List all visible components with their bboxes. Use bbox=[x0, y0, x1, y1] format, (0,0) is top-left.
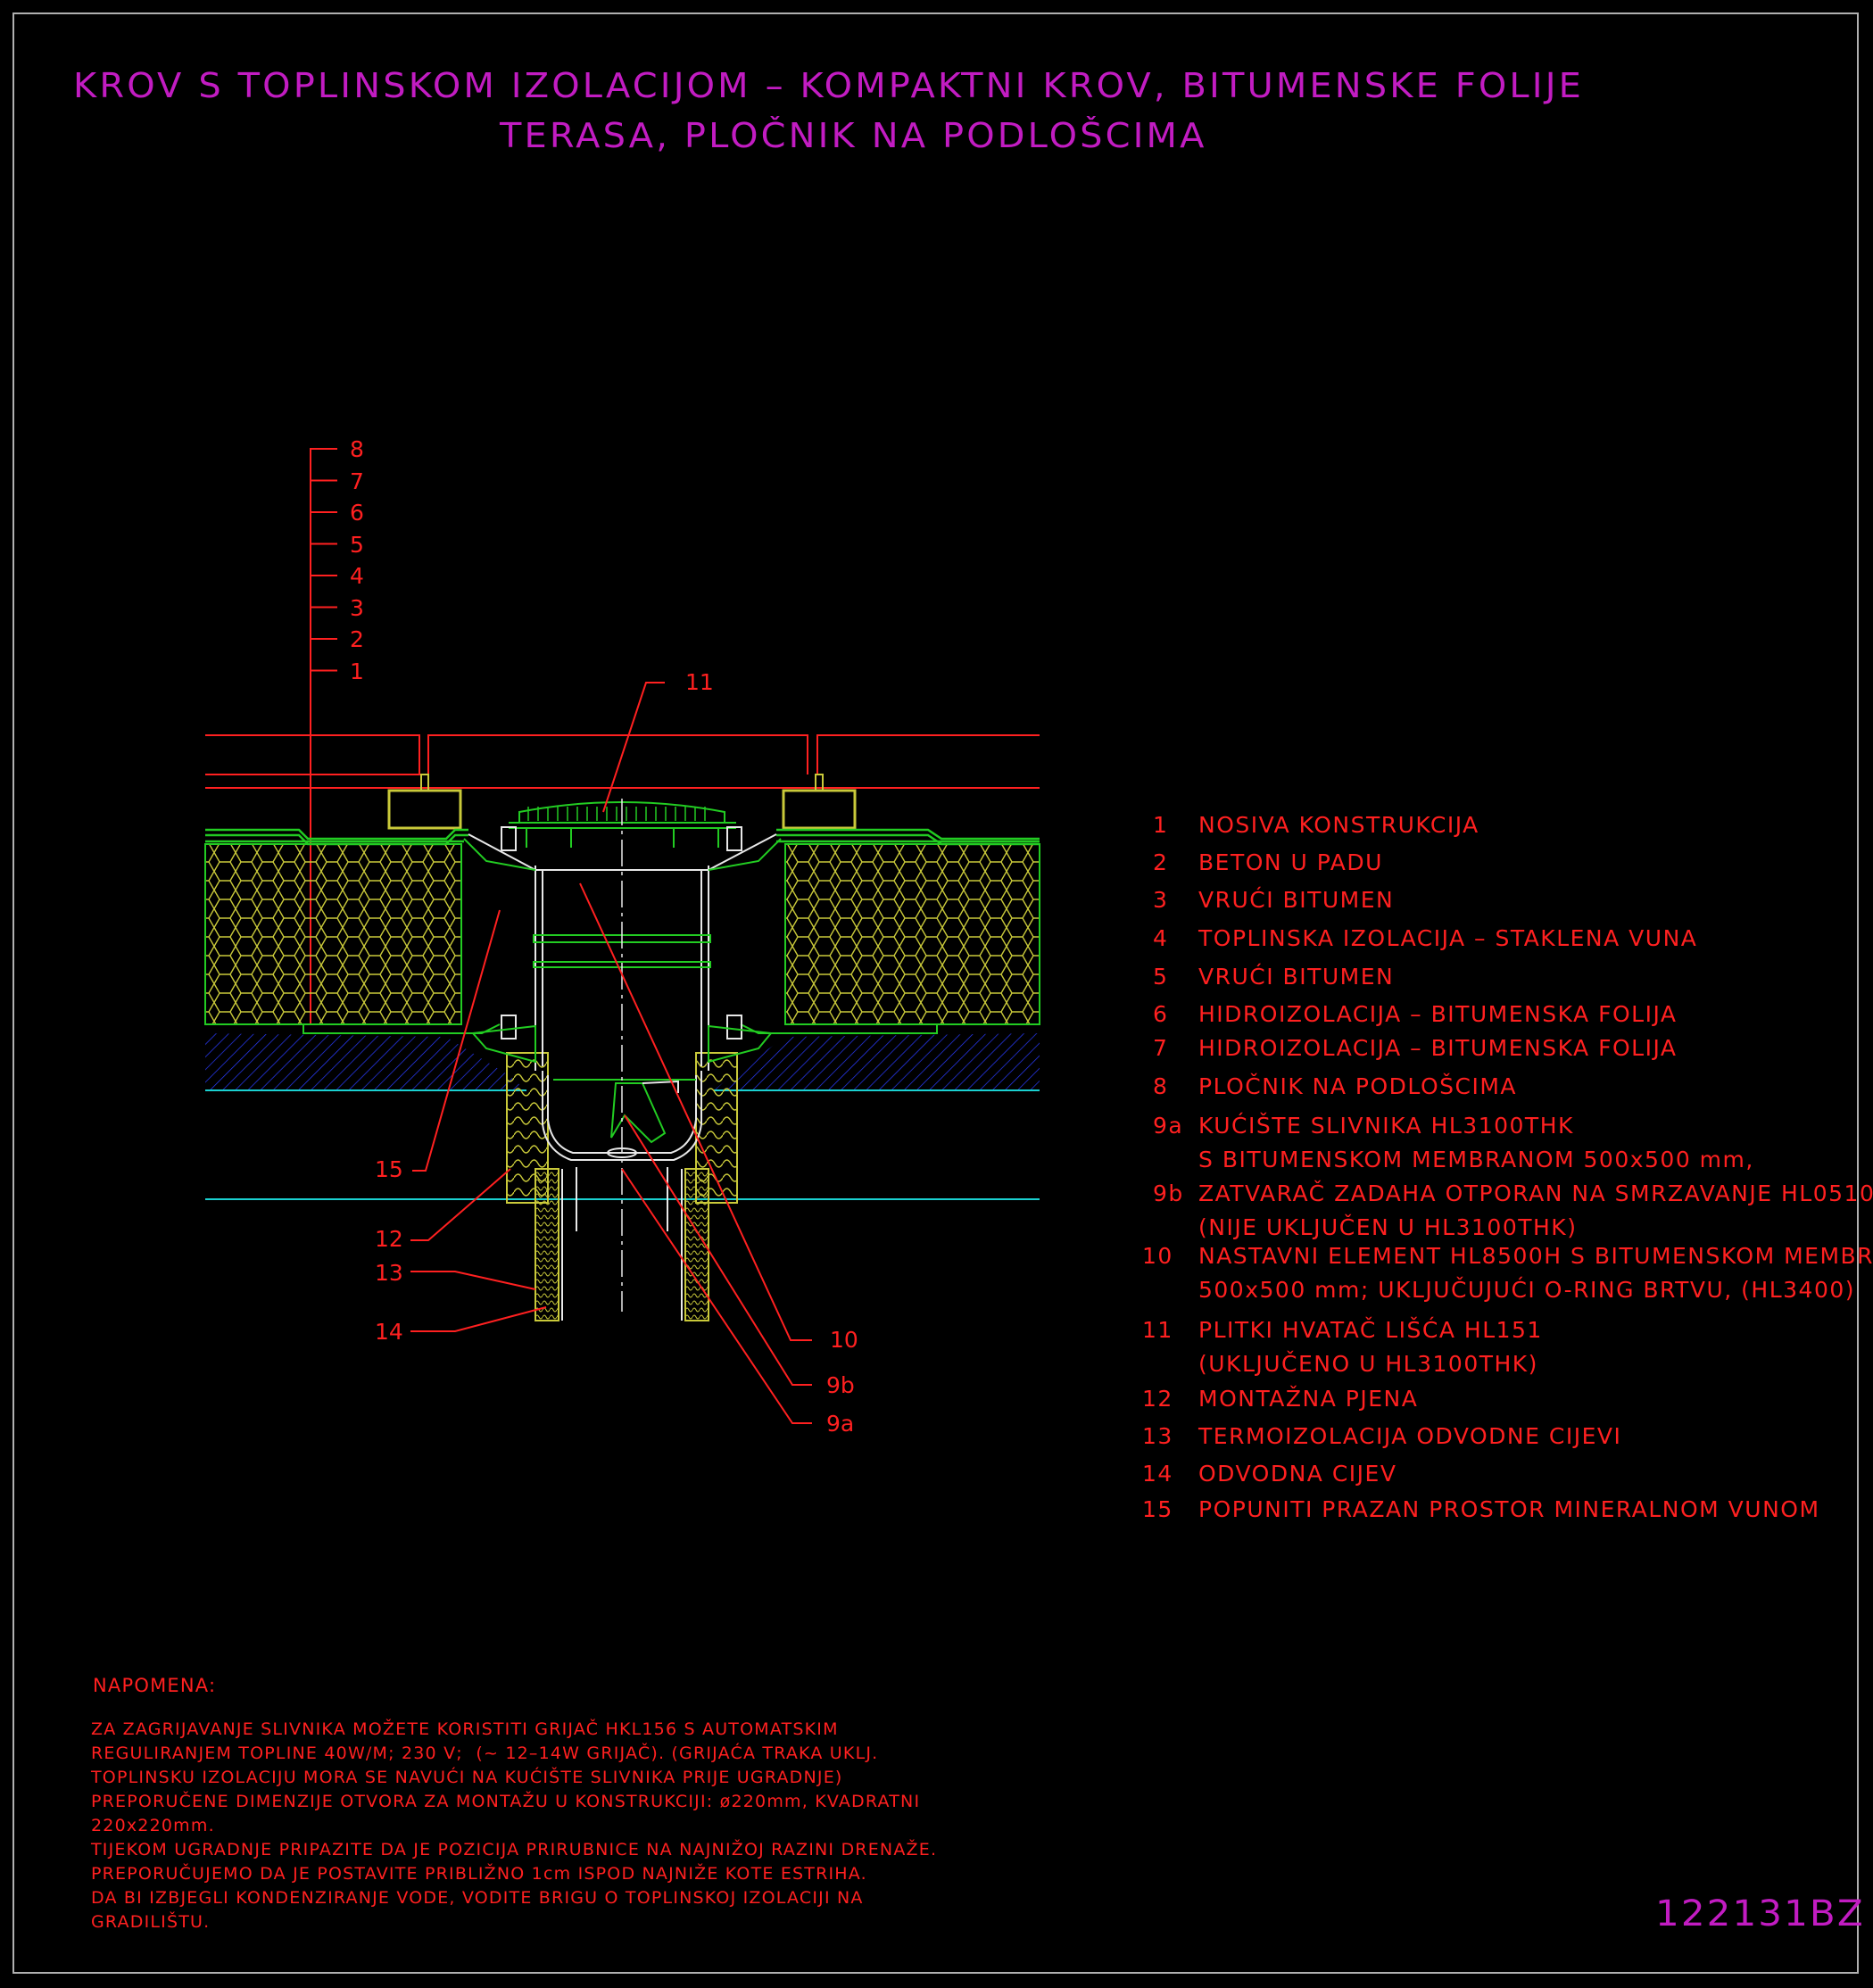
legend-number: 6 bbox=[1153, 1001, 1169, 1027]
legend-text: BETON U PADU bbox=[1198, 849, 1383, 875]
legend-text: TOPLINSKA IZOLACIJA – STAKLENA VUNA bbox=[1198, 925, 1698, 951]
legend-number: 8 bbox=[1153, 1073, 1169, 1099]
note-line: TIJEKOM UGRADNJE PRIPAZITE DA JE POZICIJ… bbox=[91, 1840, 938, 1860]
legend-text: NASTAVNI ELEMENT HL8500H S BITUMENSKOM M… bbox=[1198, 1243, 1873, 1269]
layer-callout-1: 1 bbox=[350, 658, 364, 684]
legend-text: POPUNITI PRAZAN PROSTOR MINERALNOM VUNOM bbox=[1198, 1496, 1820, 1522]
legend-number: 2 bbox=[1153, 849, 1169, 875]
legend-number: 1 bbox=[1153, 812, 1169, 838]
legend-number: 7 bbox=[1153, 1035, 1169, 1061]
layer-callout-4: 4 bbox=[350, 563, 364, 589]
legend-number: 14 bbox=[1142, 1461, 1173, 1487]
legend-number: 11 bbox=[1142, 1317, 1173, 1343]
note-line: 220x220mm. bbox=[91, 1816, 215, 1835]
legend-text: VRUĆI BITUMEN bbox=[1198, 964, 1395, 990]
legend-text: MONTAŽNA PJENA bbox=[1198, 1386, 1419, 1412]
legend-number: 12 bbox=[1142, 1386, 1173, 1412]
layer-callout-7: 7 bbox=[350, 468, 364, 494]
legend-number: 15 bbox=[1142, 1496, 1173, 1522]
note-line: TOPLINSKU IZOLACIJU MORA SE NAVUĆI NA KU… bbox=[91, 1768, 843, 1787]
legend-text: ODVODNA CIJEV bbox=[1198, 1461, 1397, 1487]
callout-13: 13 bbox=[375, 1260, 403, 1286]
callout-15: 15 bbox=[375, 1156, 403, 1182]
legend-text: (NIJE UKLJUČEN U HL3100THK) bbox=[1198, 1214, 1578, 1240]
legend-number: 9b bbox=[1153, 1180, 1184, 1206]
legend-number: 5 bbox=[1153, 964, 1169, 990]
legend-text: PLOČNIK NA PODLOŠCIMA bbox=[1198, 1073, 1518, 1099]
layer-callout-8: 8 bbox=[350, 436, 364, 462]
callout-12: 12 bbox=[375, 1226, 403, 1252]
note-line: GRADILIŠTU. bbox=[91, 1912, 211, 1932]
legend-text: PLITKI HVATAČ LIŠĆA HL151 bbox=[1198, 1317, 1543, 1343]
layer-callout-6: 6 bbox=[350, 500, 364, 526]
note-line: ZA ZAGRIJAVANJE SLIVNIKA MOŽETE KORISTIT… bbox=[91, 1719, 839, 1739]
layer-callout-3: 3 bbox=[350, 594, 364, 621]
note-line: REGULIRANJEM TOPLINE 40W/M; 230 V; (~ 12… bbox=[91, 1744, 879, 1763]
roof-drain-section-drawing bbox=[204, 448, 1040, 1424]
legend-text: 500x500 mm; UKLJUČUJUĆI O-RING BRTVU, (H… bbox=[1198, 1277, 1856, 1303]
drain-upper-body bbox=[463, 833, 782, 1071]
legend-text: VRUĆI BITUMEN bbox=[1198, 887, 1395, 913]
callout-10: 10 bbox=[830, 1327, 858, 1353]
legend-number: 4 bbox=[1153, 925, 1169, 951]
layer-callout-ticks bbox=[311, 448, 337, 672]
legend-text: NOSIVA KONSTRUKCIJA bbox=[1198, 812, 1479, 838]
paver-layer bbox=[205, 734, 1040, 789]
drawing-code: 122131BZ bbox=[1655, 1893, 1865, 1934]
legend-text: HIDROIZOLACIJA – BITUMENSKA FOLIJA bbox=[1198, 1001, 1678, 1027]
layer-callout-2: 2 bbox=[350, 626, 364, 652]
callout-9a: 9a bbox=[826, 1411, 855, 1437]
callout-14: 14 bbox=[375, 1319, 403, 1345]
note-line: PREPORUČENE DIMENZIJE OTVORA ZA MONTAŽU … bbox=[91, 1792, 921, 1811]
note-line: DA BI IZBJEGLI KONDENZIRANJE VODE, VODIT… bbox=[91, 1888, 864, 1908]
legend-number: 3 bbox=[1153, 887, 1169, 913]
legend-number: 13 bbox=[1142, 1423, 1173, 1449]
legend-text: (UKLJUČENO U HL3100THK) bbox=[1198, 1351, 1538, 1377]
note-line: PREPORUČUJEMO DA JE POSTAVITE PRIBLIŽNO … bbox=[91, 1864, 867, 1884]
callout-9b: 9b bbox=[826, 1372, 855, 1398]
legend-text: S BITUMENSKOM MEMBRANOM 500x500 mm, bbox=[1198, 1147, 1754, 1172]
note-heading: NAPOMENA: bbox=[93, 1675, 217, 1696]
legend-text: ZATVARAČ ZADAHA OTPORAN NA SMRZAVANJE HL… bbox=[1198, 1180, 1873, 1206]
legend-text: KUĆIŠTE SLIVNIKA HL3100THK bbox=[1198, 1113, 1574, 1139]
legend-text: HIDROIZOLACIJA – BITUMENSKA FOLIJA bbox=[1198, 1035, 1678, 1061]
legend-number: 9a bbox=[1153, 1113, 1184, 1139]
callout-11: 11 bbox=[685, 669, 714, 695]
legend-text: TERMOIZOLACIJA ODVODNE CIJEVI bbox=[1198, 1423, 1622, 1449]
legend-number: 10 bbox=[1142, 1243, 1173, 1269]
layer-callout-5: 5 bbox=[350, 531, 364, 558]
